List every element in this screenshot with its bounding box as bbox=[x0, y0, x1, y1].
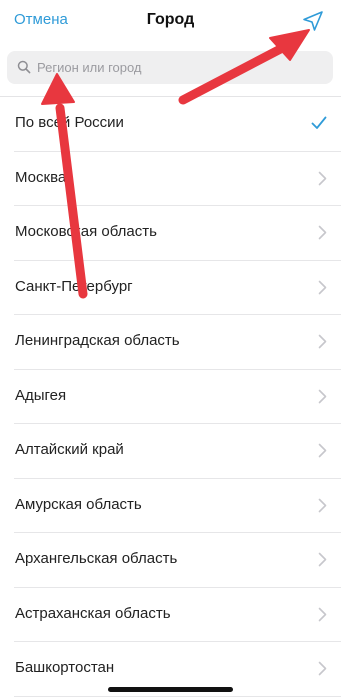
list-item[interactable]: По всей России bbox=[0, 97, 341, 152]
chevron-right-icon bbox=[318, 443, 327, 463]
list-item-label: По всей России bbox=[15, 114, 124, 131]
list-item[interactable]: Архангельская область bbox=[0, 533, 341, 588]
location-arrow-icon[interactable] bbox=[300, 8, 326, 34]
list-item[interactable]: Ленинградская область bbox=[0, 315, 341, 370]
list-item[interactable]: Санкт-Петербург bbox=[0, 261, 341, 316]
home-indicator bbox=[108, 687, 233, 692]
chevron-right-icon bbox=[318, 225, 327, 245]
chevron-right-icon bbox=[318, 552, 327, 572]
search-icon bbox=[17, 60, 31, 74]
chevron-right-icon bbox=[318, 280, 327, 300]
list-item-label: Архангельская область bbox=[15, 550, 178, 567]
search-bar[interactable] bbox=[7, 51, 333, 84]
chevron-right-icon bbox=[318, 334, 327, 354]
list-item[interactable]: Московская область bbox=[0, 206, 341, 261]
chevron-right-icon bbox=[318, 171, 327, 191]
list-item[interactable]: Астраханская область bbox=[0, 588, 341, 643]
list-item-label: Адыгея bbox=[15, 386, 67, 404]
chevron-right-icon bbox=[318, 389, 327, 409]
list-item[interactable]: Амурская область bbox=[0, 479, 341, 534]
list-item-label: Алтайский край bbox=[15, 441, 124, 458]
checkmark-icon bbox=[311, 116, 327, 135]
list-item[interactable]: Адыгея bbox=[0, 370, 341, 425]
list-item-label: Московская область bbox=[15, 223, 157, 240]
chevron-right-icon bbox=[318, 661, 327, 681]
nav-header: Отмена Город bbox=[0, 0, 341, 44]
list-item-label: Санкт-Петербург bbox=[15, 277, 133, 295]
list-item-label: Амурская область bbox=[15, 495, 142, 513]
page-title: Город bbox=[146, 11, 195, 28]
list-item-label: Астраханская область bbox=[15, 604, 171, 622]
list-item-label: Москва bbox=[15, 168, 67, 186]
region-list: По всей России Москва Московская область Са… bbox=[0, 97, 341, 697]
list-item-label: Башкортостан bbox=[15, 659, 115, 676]
chevron-right-icon bbox=[318, 607, 327, 627]
search-input[interactable] bbox=[37, 51, 322, 84]
list-item[interactable]: Алтайский край bbox=[0, 424, 341, 479]
city-picker-screen: Отмена Город По всей России Москва Московс… bbox=[0, 0, 341, 700]
list-item-label: Ленинградская область bbox=[15, 332, 180, 349]
list-item[interactable]: Москва bbox=[0, 152, 341, 207]
chevron-right-icon bbox=[318, 498, 327, 518]
